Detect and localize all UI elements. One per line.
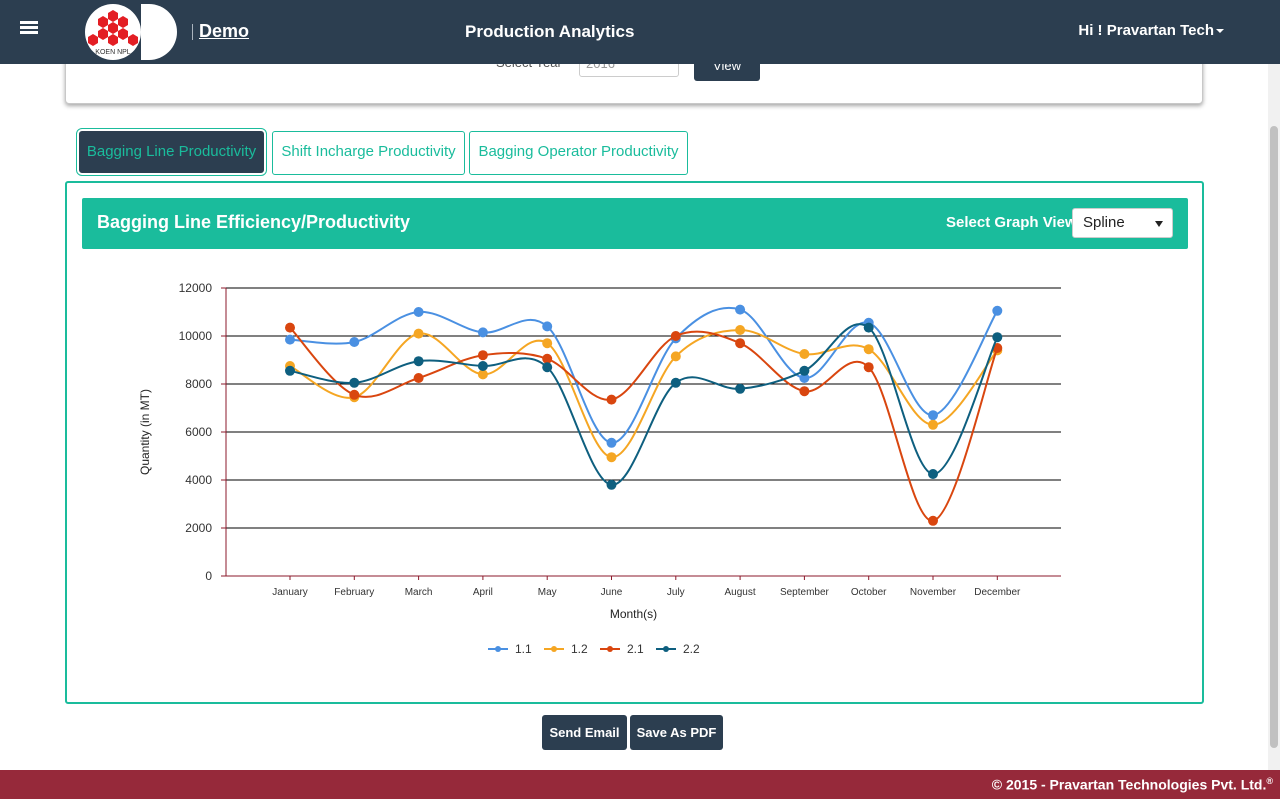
series-line-2.1 <box>289 326 999 522</box>
data-point-1.1 <box>413 307 424 317</box>
app-title: Production Analytics <box>465 22 635 41</box>
x-tick-label: December <box>974 587 1021 598</box>
data-point-2.1 <box>735 338 746 349</box>
copyright-text: © 2015 - Pravartan Technologies Pvt. Ltd… <box>992 776 1273 793</box>
send-email-button[interactable]: Send Email <box>542 715 627 750</box>
save-pdf-button[interactable]: Save As PDF <box>630 715 723 750</box>
y-tick-label: 0 <box>205 569 212 583</box>
x-tick-label: February <box>334 587 374 598</box>
x-tick-label: March <box>405 587 433 598</box>
data-point-1.2 <box>606 452 617 463</box>
logo-background <box>141 4 177 60</box>
legend-label-1.2: 1.2 <box>571 642 588 656</box>
caret-down-icon <box>1216 29 1224 34</box>
data-point-2.2 <box>349 377 360 388</box>
data-point-2.1 <box>799 386 810 397</box>
data-point-1.1 <box>735 304 746 315</box>
x-axis-label: Month(s) <box>610 607 657 621</box>
y-tick-label: 2000 <box>185 521 212 535</box>
x-tick-label: August <box>725 587 756 598</box>
y-axis-label: Quantity (in MT) <box>138 389 152 475</box>
x-tick-label: April <box>473 587 493 598</box>
data-point-1.1 <box>349 337 360 347</box>
legend-label-2.2: 2.2 <box>683 642 700 656</box>
data-point-1.1 <box>992 305 1003 316</box>
scrollbar-thumb[interactable] <box>1270 126 1278 748</box>
data-point-2.2 <box>413 356 424 367</box>
legend-marker-1.1 <box>495 646 501 652</box>
data-point-2.1 <box>670 331 681 341</box>
data-point-2.2 <box>285 365 295 376</box>
data-point-2.2 <box>477 361 488 371</box>
x-tick-label: January <box>272 587 308 598</box>
data-point-2.1 <box>285 322 295 333</box>
x-tick-label: July <box>667 587 685 598</box>
data-point-2.2 <box>863 322 874 333</box>
registered-mark: ® <box>1266 776 1273 786</box>
data-point-1.1 <box>606 437 617 448</box>
data-point-2.2 <box>735 383 746 394</box>
chart-panel: Bagging Line Efficiency/Productivity Sel… <box>65 181 1204 704</box>
user-menu[interactable]: Hi ! Pravartan Tech <box>1078 22 1224 39</box>
x-tick-label: June <box>601 587 623 598</box>
data-point-2.1 <box>477 350 488 361</box>
productivity-chart: 0 2000 4000 6000 8000 10000 12000 January Februa… <box>138 281 1061 656</box>
tab-bagging-line-productivity[interactable]: Bagging Line Productivity <box>76 128 267 176</box>
data-point-2.2 <box>606 479 617 490</box>
data-point-2.1 <box>606 394 617 405</box>
legend-marker-2.1 <box>607 646 613 652</box>
user-greeting: Hi ! Pravartan Tech <box>1078 22 1214 39</box>
tab-shift-incharge-productivity[interactable]: Shift Incharge Productivity <box>272 131 465 175</box>
data-point-1.2 <box>413 328 424 339</box>
data-point-2.2 <box>799 365 810 376</box>
x-tick-label: May <box>538 587 557 598</box>
data-point-1.1 <box>542 321 553 332</box>
data-point-2.2 <box>670 377 681 388</box>
data-point-1.2 <box>735 325 746 335</box>
y-tick-label: 6000 <box>185 425 212 439</box>
top-navbar: KOEN NPL Demo Production Analytics Hi ! … <box>0 0 1280 64</box>
company-logo[interactable]: KOEN NPL <box>85 4 141 60</box>
data-point-1.2 <box>928 419 938 430</box>
logo-text: KOEN NPL <box>95 49 131 56</box>
legend-label-1.1: 1.1 <box>515 642 532 656</box>
data-point-2.1 <box>413 373 424 383</box>
y-tick-label: 10000 <box>179 329 213 343</box>
x-tick-label: September <box>780 587 830 598</box>
data-point-2.2 <box>992 332 1003 343</box>
y-tick-label: 4000 <box>185 473 212 487</box>
data-point-1.1 <box>928 410 938 421</box>
x-tick-label: October <box>851 587 887 598</box>
data-point-1.2 <box>863 344 874 355</box>
data-point-1.2 <box>670 351 681 362</box>
brand-link[interactable]: Demo <box>199 21 249 42</box>
hamburger-menu-icon[interactable] <box>20 21 38 37</box>
y-tick-label: 8000 <box>185 377 212 391</box>
data-point-1.2 <box>799 349 810 359</box>
data-point-1.1 <box>477 327 488 338</box>
data-point-2.1 <box>928 515 938 526</box>
brand-divider <box>192 24 193 40</box>
x-tick-label: November <box>910 587 957 598</box>
data-point-2.1 <box>349 389 360 400</box>
data-point-2.2 <box>542 362 553 373</box>
copyright-label: © 2015 - Pravartan Technologies Pvt. Ltd… <box>991 776 1267 793</box>
data-point-2.1 <box>863 362 874 373</box>
series-line-1.2 <box>289 328 999 459</box>
footer: © 2015 - Pravartan Technologies Pvt. Ltd… <box>0 770 1280 799</box>
data-point-1.2 <box>542 338 553 349</box>
data-point-1.1 <box>285 334 295 345</box>
y-tick-label: 12000 <box>179 281 213 295</box>
legend-label-2.1: 2.1 <box>627 642 644 656</box>
legend-marker-2.2 <box>663 646 669 652</box>
legend-marker-1.2 <box>551 646 557 652</box>
data-point-2.2 <box>928 469 938 479</box>
tab-bagging-operator-productivity[interactable]: Bagging Operator Productivity <box>469 131 688 175</box>
series-line-2.2 <box>289 323 999 486</box>
